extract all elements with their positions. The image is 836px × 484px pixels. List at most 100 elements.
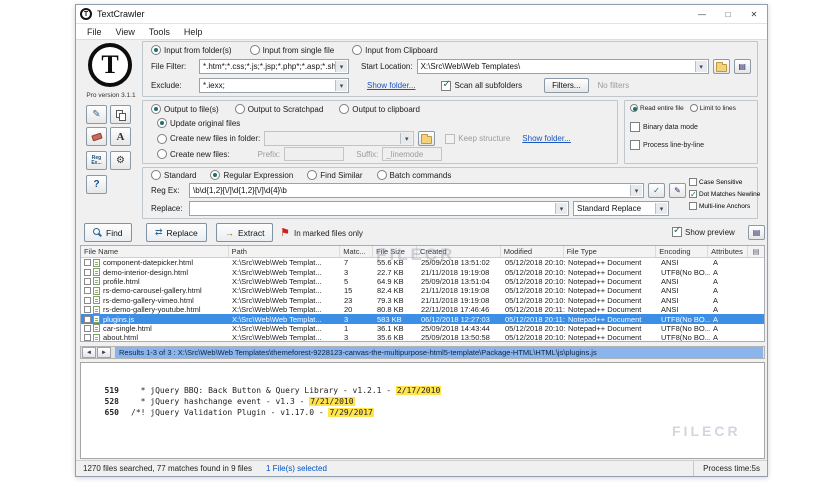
case-sensitive-checkbox[interactable]: Case Sensitive — [689, 178, 742, 186]
radio-output-to-scratchpad[interactable]: Output to Scratchpad — [234, 104, 323, 114]
row-checkbox[interactable] — [84, 277, 91, 285]
regex-combo[interactable]: \b\d{1,2}[\/]\d{1,2}[\/]\d{4}\b — [189, 183, 644, 198]
multiline-anchors-checkbox[interactable]: Multi-line Anchors — [689, 202, 750, 210]
panel-layout-button[interactable]: ▤ — [748, 225, 765, 240]
start-location-combo[interactable]: X:\Src\Web\Web Templates\ — [416, 59, 709, 74]
dot-matches-newline-checkbox[interactable]: Dot Matches Newline — [689, 190, 760, 200]
radio-regular-expression[interactable]: Regular Expression — [210, 170, 293, 180]
cell-encoding: UTF8(No BO... — [661, 333, 710, 342]
table-row[interactable]: profile.html X:\Src\Web\Web Templat... 5… — [81, 277, 764, 286]
menu-help[interactable]: Help — [177, 24, 210, 39]
header-created[interactable]: Created — [417, 246, 501, 257]
row-checkbox[interactable] — [84, 259, 91, 267]
radio-output-to-files[interactable]: Output to file(s) — [151, 104, 219, 114]
scan-subfolders-checkbox[interactable]: Scan all subfolders — [441, 80, 522, 91]
radio-standard[interactable]: Standard — [151, 170, 196, 180]
new-folder-combo[interactable] — [264, 131, 415, 146]
table-row[interactable]: plugins.js X:\Src\Web\Web Templat... 3 5… — [81, 314, 764, 324]
table-row[interactable]: rs-demo-gallery-vimeo.html X:\Src\Web\We… — [81, 296, 764, 305]
prefix-input[interactable] — [284, 147, 345, 161]
row-checkbox[interactable] — [84, 306, 91, 314]
file-filter-combo[interactable]: *.htm*;*.css;*.js;*.jsp;*.php*;*.asp;*.s… — [199, 59, 349, 74]
preview-pane[interactable]: 519 * jQuery BBQ: Back Button & Query Li… — [80, 362, 765, 459]
row-checkbox[interactable] — [84, 296, 91, 304]
status-summary: 1270 files searched, 77 matches found in… — [83, 464, 252, 473]
help-button[interactable]: ? — [86, 175, 107, 194]
radio-label: Output to clipboard — [352, 104, 420, 114]
copy-button[interactable] — [110, 105, 131, 124]
font-button[interactable]: A — [110, 127, 131, 146]
header-modified[interactable]: Modified — [501, 246, 564, 257]
extract-button[interactable]: → Extract — [216, 223, 274, 242]
table-row[interactable]: about.html X:\Src\Web\Web Templat... 3 3… — [81, 333, 764, 342]
radio-create-new-files[interactable]: Create new files: — [157, 149, 230, 159]
line-text: /*! jQuery Validation Plugin - v1.17.0 - — [131, 408, 329, 417]
radio-read-entire-file[interactable]: Read entire file — [630, 104, 684, 112]
header-file-name[interactable]: File Name — [81, 246, 229, 257]
start-location-value: X:\Src\Web\Web Templates\ — [420, 62, 521, 71]
regex-validate-button[interactable]: ✓ — [648, 183, 665, 198]
radio-input-from-single-file[interactable]: Input from single file — [249, 45, 334, 55]
folder-icon — [715, 61, 727, 72]
browse-folder-button[interactable] — [712, 59, 730, 74]
next-result-button[interactable]: ► — [97, 347, 111, 358]
previous-result-button[interactable]: ◄ — [82, 347, 96, 358]
show-output-folder-link[interactable]: Show folder... — [522, 134, 570, 143]
close-button[interactable]: ✕ — [741, 5, 767, 23]
row-checkbox[interactable] — [84, 334, 91, 341]
line-number: 528 — [104, 397, 119, 406]
minimize-button[interactable]: — — [689, 5, 715, 23]
row-checkbox[interactable] — [84, 324, 91, 332]
table-row[interactable]: demo-interior-design.html X:\Src\Web\Web… — [81, 267, 764, 277]
radio-input-from-folders[interactable]: Input from folder(s) — [151, 45, 232, 55]
header-file-type[interactable]: File Type — [564, 246, 657, 257]
replace-mode-select[interactable]: Standard Replace — [573, 201, 669, 216]
table-row[interactable]: car-single.html X:\Src\Web\Web Templat..… — [81, 324, 764, 333]
cell-file-type: Notepad++ Document — [568, 323, 642, 333]
filters-button[interactable]: Filters... — [544, 78, 589, 93]
column-options-button[interactable]: ▤ — [748, 246, 764, 257]
header-attributes[interactable]: Attributes — [708, 246, 749, 257]
menu-file[interactable]: File — [80, 24, 109, 39]
radio-output-to-clipboard[interactable]: Output to clipboard — [339, 104, 420, 114]
row-checkbox[interactable] — [84, 268, 91, 276]
header-encoding[interactable]: Encoding — [656, 246, 709, 257]
find-button[interactable]: Find — [84, 223, 132, 242]
show-folder-link[interactable]: Show folder... — [367, 81, 415, 90]
browse-new-folder-button[interactable] — [418, 131, 436, 146]
table-row[interactable]: rs-demo-gallery-youtube.html X:\Src\Web\… — [81, 305, 764, 314]
row-checkbox[interactable] — [84, 287, 91, 295]
binary-data-mode-checkbox[interactable]: Binary data mode — [630, 122, 698, 132]
radio-limit-to-lines[interactable]: Limit to lines — [689, 104, 736, 112]
replace-combo[interactable] — [189, 201, 569, 216]
maximize-button[interactable]: □ — [715, 5, 741, 23]
radio-create-new-files-in-folder[interactable]: Create new files in folder: — [157, 133, 260, 144]
exclude-combo[interactable]: *.iexx; — [199, 78, 349, 93]
replace-button[interactable]: ⇄ Replace — [146, 223, 207, 242]
table-row[interactable]: rs-demo-carousel-gallery.html X:\Src\Web… — [81, 286, 764, 295]
process-line-by-line-checkbox[interactable]: Process line-by-line — [630, 140, 704, 150]
edit-button[interactable]: ✎ — [86, 105, 107, 124]
table-row[interactable]: component-datepicker.html X:\Src\Web\Web… — [81, 258, 764, 267]
cell-matches: 3 — [344, 314, 349, 324]
regex-edit-button[interactable]: ✎ — [669, 183, 686, 198]
eraser-button[interactable] — [86, 127, 107, 146]
radio-find-similar[interactable]: Find Similar — [307, 170, 363, 180]
suffix-input[interactable]: _linemode — [382, 147, 443, 161]
radio-label: Batch commands — [389, 170, 452, 180]
cell-file-size: 36.1 KB — [377, 323, 404, 333]
radio-batch-commands[interactable]: Batch commands — [376, 170, 452, 180]
menu-tools[interactable]: Tools — [142, 24, 177, 39]
regex-helper-button[interactable]: Reg Ex... — [86, 151, 107, 170]
header-matches[interactable]: Matc... — [340, 246, 374, 257]
settings-button[interactable]: ⚙ — [110, 151, 131, 170]
row-checkbox[interactable] — [84, 315, 91, 323]
keep-structure-checkbox[interactable]: Keep structure — [445, 133, 510, 144]
folder-tree-button[interactable]: ▤ — [733, 59, 751, 74]
header-path[interactable]: Path — [229, 246, 341, 257]
radio-update-original-files[interactable]: Update original files — [157, 118, 240, 128]
show-preview-checkbox[interactable]: Show preview — [672, 226, 735, 237]
radio-input-from-clipboard[interactable]: Input from Clipboard — [352, 45, 438, 55]
header-file-size[interactable]: File Size — [373, 246, 417, 257]
menu-view[interactable]: View — [109, 24, 142, 39]
